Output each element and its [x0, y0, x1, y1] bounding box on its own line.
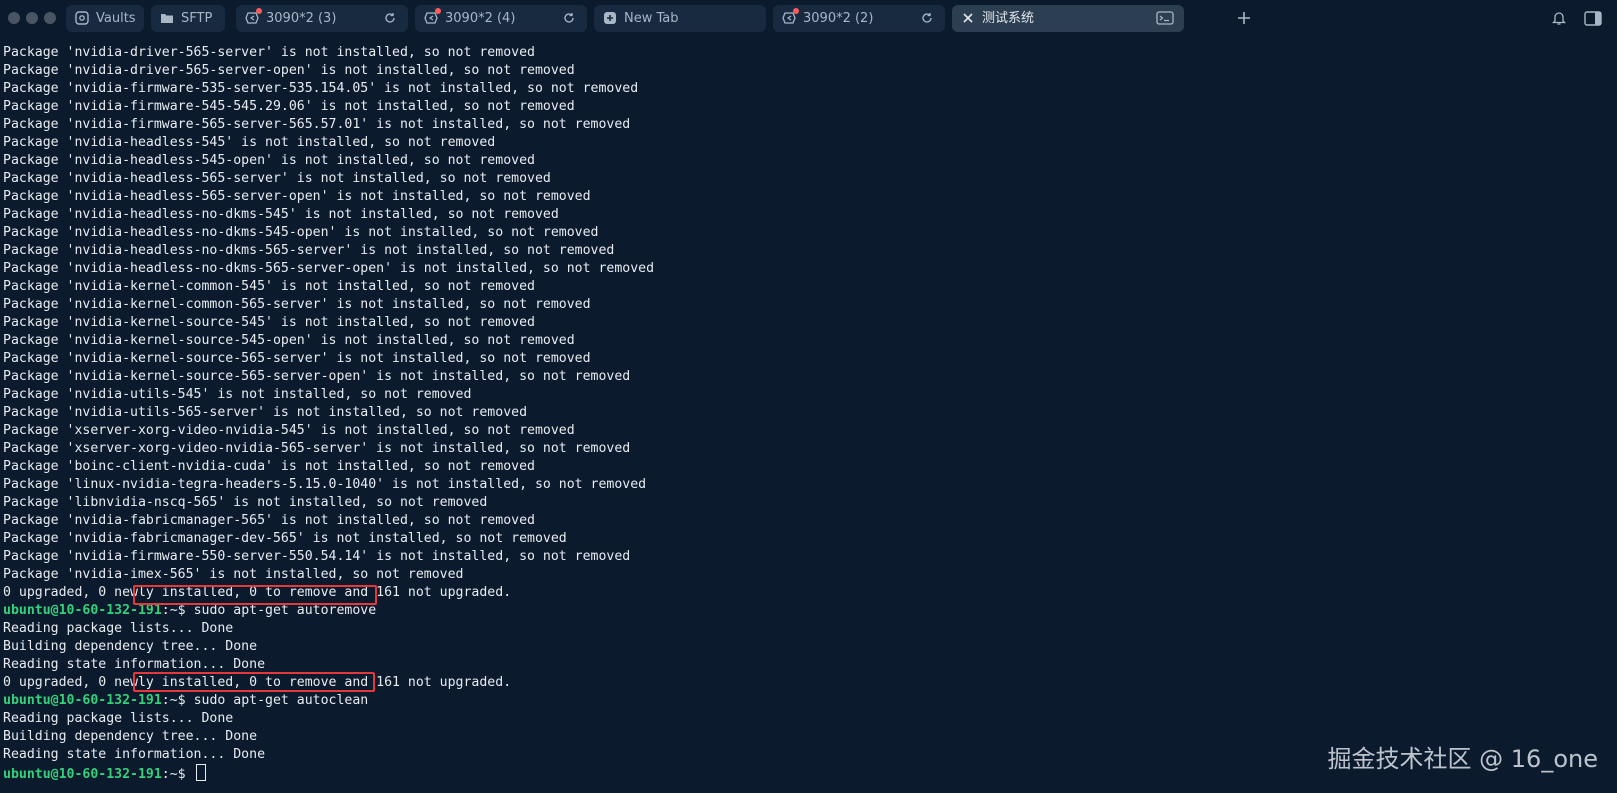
terminal-line: Reading package lists... Done	[3, 711, 234, 726]
terminal-line: Package 'nvidia-headless-545-open' is no…	[3, 153, 535, 168]
terminal-line: Package 'linux-nvidia-tegra-headers-5.15…	[3, 477, 647, 492]
prompt-user-host: ubuntu@10-60-132-191	[3, 767, 162, 782]
zoom-window-button[interactable]	[44, 12, 56, 24]
tab-label: 3090*2 (2)	[803, 11, 874, 26]
reconnect-icon[interactable]	[563, 12, 575, 24]
notification-dot	[256, 8, 262, 14]
terminal-line: Reading package lists... Done	[3, 621, 234, 636]
reconnect-icon[interactable]	[921, 12, 933, 24]
terminal-line: Package 'nvidia-kernel-common-565-server…	[3, 297, 591, 312]
terminal-line: Package 'nvidia-firmware-550-server-550.…	[3, 549, 631, 564]
sidebar-toggle-icon[interactable]	[1584, 11, 1602, 26]
terminal-line: Package 'nvidia-headless-no-dkms-565-ser…	[3, 243, 615, 258]
tab-new-tab[interactable]: New Tab	[594, 5, 766, 32]
command-text: sudo apt-get autoclean	[193, 693, 369, 708]
highlight-box-autoremove	[133, 585, 377, 605]
prompt-user-host: ubuntu@10-60-132-191	[3, 603, 162, 618]
bell-icon[interactable]	[1551, 10, 1567, 26]
highlight-box-autoclean	[133, 672, 375, 692]
prompt-symbol: :~$	[161, 603, 194, 618]
terminal-line: Package 'nvidia-utils-545' is not instal…	[3, 387, 472, 402]
tab-bar: Vaults SFTP 3090*2 (3) 3090*2 (4) New Ta…	[0, 0, 1617, 38]
plus-square-icon	[604, 12, 616, 24]
terminal-line: Package 'nvidia-utils-565-server' is not…	[3, 405, 528, 420]
terminal-line: Package 'nvidia-headless-545' is not ins…	[3, 135, 496, 150]
tab-label: SFTP	[181, 11, 213, 26]
tab-test-system[interactable]: 测试系统	[952, 5, 1184, 32]
terminal-line: Package 'nvidia-headless-no-dkms-545' is…	[3, 207, 559, 222]
terminal-line: Package 'xserver-xorg-video-nvidia-545' …	[3, 423, 575, 438]
tab-label: 3090*2 (3)	[266, 11, 337, 26]
terminal-line: Package 'nvidia-fabricmanager-565' is no…	[3, 513, 535, 528]
terminal-line: Package 'nvidia-firmware-535-server-535.…	[3, 81, 639, 96]
terminal-line: Package 'nvidia-driver-565-server-open' …	[3, 63, 575, 78]
terminal-line: Package 'nvidia-headless-no-dkms-565-ser…	[3, 261, 655, 276]
terminal-line: Package 'nvidia-fabricmanager-dev-565' i…	[3, 531, 567, 546]
watermark: 掘金技术社区 @ 16_one	[1327, 745, 1598, 773]
terminal-line: Package 'nvidia-kernel-source-565-server…	[3, 369, 631, 384]
terminal-line: Package 'nvidia-kernel-source-545' is no…	[3, 315, 535, 330]
prompt-user-host: ubuntu@10-60-132-191	[3, 693, 162, 708]
terminal-line: Building dependency tree... Done	[3, 639, 258, 654]
prompt-symbol: :~$	[161, 767, 194, 782]
close-window-button[interactable]	[8, 12, 20, 24]
close-icon[interactable]	[961, 11, 975, 25]
terminal-line: Package 'nvidia-headless-no-dkms-545-ope…	[3, 225, 599, 240]
notification-dot	[793, 8, 799, 14]
terminal-cursor[interactable]	[195, 764, 206, 781]
new-tab-button[interactable]	[1234, 8, 1254, 28]
terminal-line: Package 'nvidia-firmware-565-server-565.…	[3, 117, 631, 132]
tab-label: New Tab	[624, 11, 679, 26]
terminal-line: Package 'xserver-xorg-video-nvidia-565-s…	[3, 441, 631, 456]
tab-3090-2-4[interactable]: 3090*2 (4)	[415, 5, 587, 32]
terminal-line: Package 'boinc-client-nvidia-cuda' is no…	[3, 459, 535, 474]
tab-3090-2-2[interactable]: 3090*2 (2)	[773, 5, 945, 32]
terminal-line: Package 'nvidia-driver-565-server' is no…	[3, 45, 535, 60]
prompt-line: ubuntu@10-60-132-191:~$ sudo apt-get aut…	[3, 692, 1613, 710]
minimize-window-button[interactable]	[26, 12, 38, 24]
tab-vaults[interactable]: Vaults	[66, 5, 144, 32]
command-text: sudo apt-get autoremove	[193, 603, 377, 618]
tab-sftp[interactable]: SFTP	[151, 5, 225, 32]
tab-label: Vaults	[96, 11, 136, 26]
terminal-line: Package 'nvidia-kernel-source-545-open' …	[3, 333, 575, 348]
vault-icon	[75, 11, 89, 25]
reconnect-icon[interactable]	[384, 12, 396, 24]
terminal-line: Package 'libnvidia-nscq-565' is not inst…	[3, 495, 488, 510]
terminal-line: Package 'nvidia-firmware-545-545.29.06' …	[3, 99, 575, 114]
terminal-line: Package 'nvidia-headless-565-server-open…	[3, 189, 591, 204]
terminal-line: Package 'nvidia-imex-565' is not install…	[3, 567, 464, 582]
terminal-line: Package 'nvidia-headless-565-server' is …	[3, 171, 551, 186]
terminal-line: Package 'nvidia-kernel-source-565-server…	[3, 351, 591, 366]
tab-label: 3090*2 (4)	[445, 11, 516, 26]
tab-3090-2-3[interactable]: 3090*2 (3)	[236, 5, 408, 32]
folder-icon	[161, 14, 173, 23]
terminal-line: Package 'nvidia-kernel-common-545' is no…	[3, 279, 535, 294]
tab-label: 测试系统	[982, 11, 1035, 26]
terminal-icon	[1156, 11, 1174, 25]
prompt-symbol: :~$	[161, 693, 194, 708]
notification-dot	[435, 8, 441, 14]
